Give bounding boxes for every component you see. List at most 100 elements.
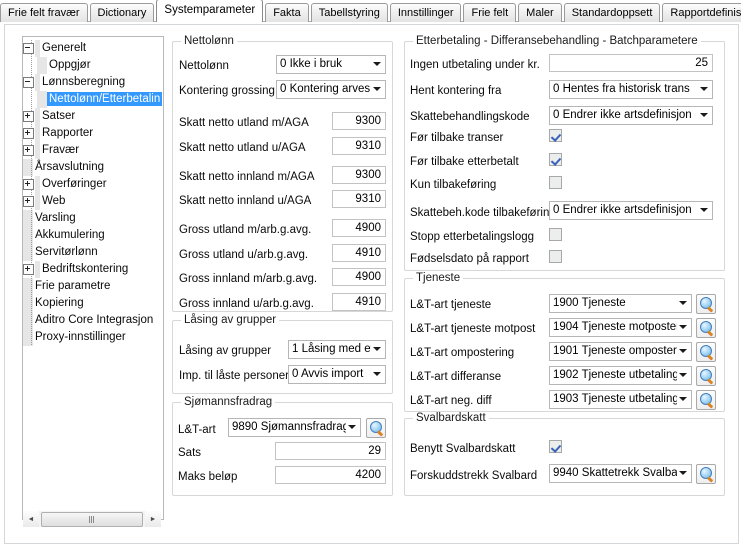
combo-tjeneste-lt-art[interactable]: 1904 Tjeneste motposter — [549, 318, 692, 337]
input-nettolonn-amount[interactable]: 9310 — [332, 137, 386, 155]
input-maks-belop[interactable]: 4200 — [275, 466, 386, 484]
checkbox-stopp-etterbetalingslogg[interactable] — [549, 228, 562, 241]
tab-tabellstyring[interactable]: Tabellstyring — [310, 3, 388, 22]
combo-tjeneste-lt-art[interactable]: 1903 Tjeneste utbetaling — [549, 390, 692, 409]
tree-expander-plus-icon[interactable] — [23, 128, 34, 139]
tab-rapportdefinisjoner-altinn[interactable]: Rapportdefinisjoner Altinn — [662, 3, 741, 22]
combo-tjeneste-lt-art[interactable]: 1900 Tjeneste — [549, 294, 692, 313]
tree-item[interactable]: Frie parametre — [23, 278, 163, 295]
checkbox-fodselsdato-pa-rapport[interactable] — [549, 250, 562, 263]
tree-item[interactable]: Oppgjør — [23, 57, 163, 74]
lookup-button-tjeneste[interactable] — [696, 366, 716, 386]
input-nettolonn-amount[interactable]: 4900 — [332, 219, 386, 237]
tree-item[interactable]: Fravær — [23, 142, 163, 159]
input-nettolonn-amount[interactable]: 4910 — [332, 293, 386, 311]
checkbox-for-tilbake-transer[interactable] — [549, 129, 562, 142]
combo-skattebeh-tilbakefring[interactable]: 0 Endrer ikke artsdefinisjon — [549, 201, 713, 220]
combo-import-laste-personer[interactable]: 0 Avvis import — [288, 365, 386, 384]
tab-label: Dictionary — [97, 7, 147, 19]
scrollbar-track[interactable] — [39, 511, 145, 527]
tree-horizontal-scrollbar[interactable]: ◄ ► — [23, 511, 161, 527]
checkbox-benytt-svalbardskatt[interactable] — [549, 440, 562, 453]
tab-frie-felt[interactable]: Frie felt — [463, 3, 517, 22]
combo-skattebehandlingskode[interactable]: 0 Endrer ikke artsdefinisjon — [549, 106, 713, 125]
combo-tjeneste-value: 1902 Tjeneste utbetaling — [553, 369, 677, 381]
input-sats[interactable]: 29 — [275, 442, 386, 460]
tree-item-label: Årsavslutning — [35, 161, 105, 173]
tree-expander-plus-icon[interactable] — [23, 145, 34, 156]
tab-dictionary[interactable]: Dictionary — [89, 3, 155, 22]
scrollbar-thumb[interactable] — [41, 512, 143, 527]
label-nettolonn-row: Gross innland u/arb.g.avg. — [179, 298, 314, 310]
label-nettolonn-row: Skatt netto innland m/AGA — [179, 171, 315, 183]
tab-systemparameter[interactable]: Systemparameter — [156, 0, 264, 22]
label-tjeneste-row: L&T-art tjeneste — [410, 299, 492, 311]
tree-item-label: Lønnsberegning — [42, 76, 126, 88]
tree-item-label: Aditro Core Integrasjon — [35, 314, 154, 326]
lookup-button-tjeneste[interactable] — [696, 318, 716, 338]
tree-item-label: Oppgjør — [49, 59, 91, 71]
tree-item[interactable]: Lønnsberegning — [23, 74, 163, 91]
tree-expander-minus-icon[interactable] — [23, 43, 34, 54]
checkbox-kun-tilbakefring[interactable] — [549, 176, 562, 189]
tree-item[interactable]: Proxy-innstillinger — [23, 329, 163, 346]
group-lasing-title: Låsing av grupper — [181, 314, 280, 326]
label-nettolonn-row: Skatt netto innland u/AGA — [179, 195, 312, 207]
tree-expander-plus-icon[interactable] — [23, 264, 34, 275]
combo-tjeneste-lt-art[interactable]: 1902 Tjeneste utbetaling — [549, 366, 692, 385]
combo-skattebeh-tilbakefring-value: 0 Endrer ikke artsdefinisjon — [553, 204, 692, 216]
tree-item-label: Servitørlønn — [35, 246, 98, 258]
label-kun-tilbakefring: Kun tilbakeføring — [410, 179, 497, 191]
tree-expander-plus-icon[interactable] — [23, 179, 34, 190]
combo-hent-kontering[interactable]: 0 Hentes fra historisk trans — [549, 80, 713, 99]
tree-item[interactable]: Overføringer — [23, 176, 163, 193]
input-nettolonn-amount[interactable]: 9310 — [332, 190, 386, 208]
tab-frie-felt-frav-r[interactable]: Frie felt fravær — [0, 3, 88, 22]
tree-item[interactable]: Bedriftskontering — [23, 261, 163, 278]
tree-item[interactable]: Servitørlønn — [23, 244, 163, 261]
combo-tjeneste-lt-art[interactable]: 1901 Tjeneste omposter — [549, 342, 692, 361]
lookup-button-tjeneste[interactable] — [696, 294, 716, 314]
tree-item[interactable]: Aditro Core Integrasjon — [23, 312, 163, 329]
combo-lasing-av-grupper[interactable]: 1 Låsing med ett — [288, 340, 386, 359]
lookup-button-forskuddstrekk-svalbard[interactable] — [696, 464, 716, 484]
tab-fakta[interactable]: Fakta — [265, 3, 309, 22]
input-nettolonn-amount[interactable]: 9300 — [332, 112, 386, 130]
input-nettolonn-amount[interactable]: 4910 — [332, 244, 386, 262]
combo-kontering-grossing[interactable]: 0 Kontering arves f — [276, 80, 386, 99]
input-ingen-utbetaling[interactable]: 25 — [549, 54, 713, 72]
tree-item[interactable]: Nettolønn/Etterbetalin — [23, 91, 163, 108]
tree-expander-plus-icon[interactable] — [23, 111, 34, 122]
tree-item[interactable]: Kopiering — [23, 295, 163, 312]
chevron-down-icon — [679, 471, 687, 475]
label-nettolonn: Nettolønn — [179, 60, 229, 72]
lookup-button-tjeneste[interactable] — [696, 390, 716, 410]
input-nettolonn-amount[interactable]: 4900 — [332, 268, 386, 286]
tree-item[interactable]: Satser — [23, 108, 163, 125]
chevron-down-icon — [373, 62, 381, 66]
tab-standardoppsett[interactable]: Standardoppsett — [563, 3, 661, 22]
tree-expander-plus-icon[interactable] — [23, 196, 34, 207]
lookup-button-tjeneste[interactable] — [696, 342, 716, 362]
combo-nettolonn[interactable]: 0 Ikke i bruk — [276, 55, 386, 74]
label-for-tilbake-etterbetalt: Før tilbake etterbetalt — [410, 156, 519, 168]
lookup-button-sjomann-lt-art[interactable] — [366, 418, 386, 438]
tree-item[interactable]: Varsling — [23, 210, 163, 227]
combo-forskuddstrekk-svalbard[interactable]: 9940 Skattetrekk Svalbar — [549, 464, 692, 483]
settings-tree[interactable]: Generelt Oppgjør Lønnsberegning Nettolønn/E… — [22, 36, 164, 520]
scroll-left-arrow-icon[interactable]: ◄ — [23, 511, 39, 527]
scroll-right-arrow-icon[interactable]: ► — [145, 511, 161, 527]
tree-item[interactable]: Generelt — [23, 40, 163, 57]
input-nettolonn-amount[interactable]: 9300 — [332, 166, 386, 184]
checkbox-for-tilbake-etterbetalt[interactable] — [549, 153, 562, 166]
tab-maler[interactable]: Maler — [518, 3, 562, 22]
tree-item[interactable]: Rapporter — [23, 125, 163, 142]
tree-item[interactable]: Årsavslutning — [23, 159, 163, 176]
tree-item[interactable]: Web — [23, 193, 163, 210]
label-stopp-etterbetalingslogg: Stopp etterbetalingslogg — [410, 231, 535, 243]
tree-item-label: Satser — [42, 110, 76, 122]
tree-item[interactable]: Akkumulering — [23, 227, 163, 244]
tree-expander-minus-icon[interactable] — [23, 77, 34, 88]
tab-innstillinger[interactable]: Innstillinger — [389, 3, 462, 22]
combo-sjomann-lt-art[interactable]: 9890 Sjømannsfradrag — [228, 418, 361, 437]
